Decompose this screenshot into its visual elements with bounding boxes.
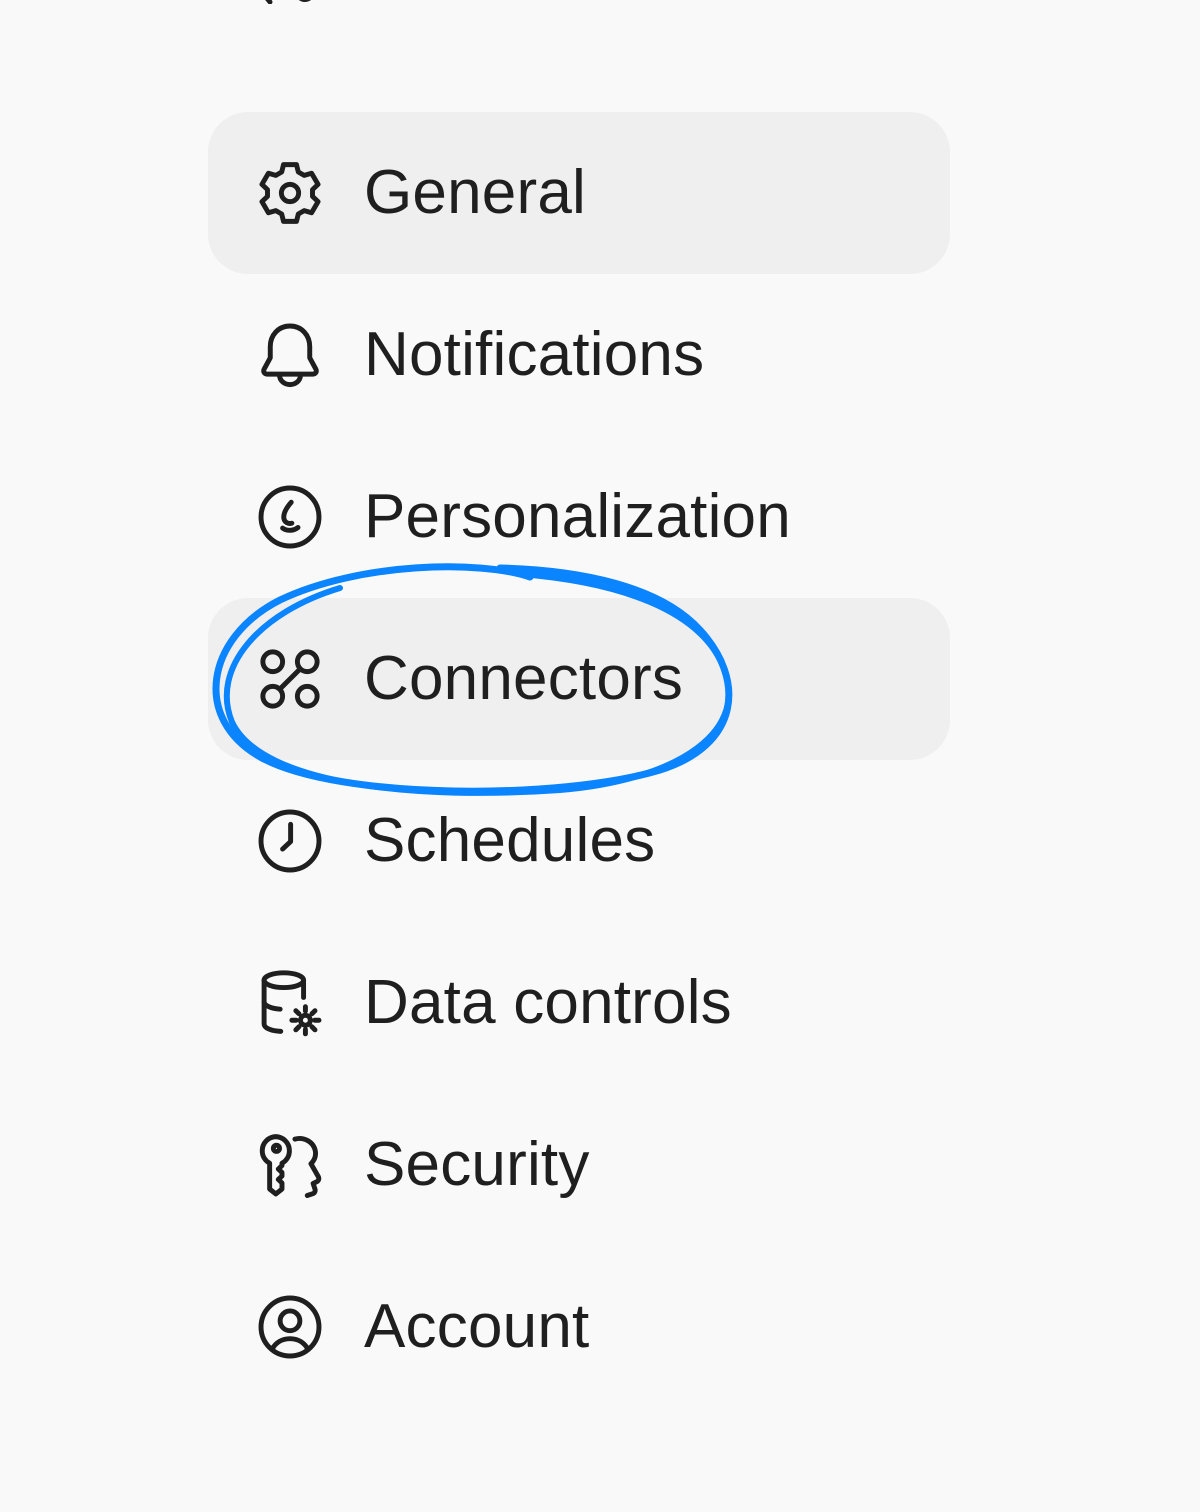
gear-icon bbox=[253, 156, 327, 230]
sidebar-item-label: Connectors bbox=[364, 644, 684, 713]
connectors-icon bbox=[253, 642, 327, 716]
settings-sidebar: General Notifications Personalization Co… bbox=[208, 112, 950, 1408]
sidebar-item-notifications[interactable]: Notifications bbox=[208, 274, 950, 436]
key-icon bbox=[253, 1128, 327, 1202]
sidebar-item-general[interactable]: General bbox=[208, 112, 950, 274]
sidebar-item-data-controls[interactable]: Data controls bbox=[208, 922, 950, 1084]
sidebar-item-label: Security bbox=[364, 1130, 590, 1199]
cropped-icon-fragment bbox=[265, 0, 312, 4]
personalization-icon bbox=[253, 480, 327, 554]
sidebar-item-schedules[interactable]: Schedules bbox=[208, 760, 950, 922]
user-circle-icon bbox=[253, 1290, 327, 1364]
database-gear-icon bbox=[253, 966, 327, 1040]
sidebar-item-label: Notifications bbox=[364, 320, 705, 389]
sidebar-item-label: Personalization bbox=[364, 482, 791, 551]
sidebar-item-security[interactable]: Security bbox=[208, 1084, 950, 1246]
sidebar-item-label: Data controls bbox=[364, 968, 732, 1037]
sidebar-item-label: Schedules bbox=[364, 806, 656, 875]
sidebar-item-account[interactable]: Account bbox=[208, 1246, 950, 1408]
sidebar-item-label: Account bbox=[364, 1292, 590, 1361]
bell-icon bbox=[253, 318, 327, 392]
sidebar-item-personalization[interactable]: Personalization bbox=[208, 436, 950, 598]
clock-icon bbox=[253, 804, 327, 878]
sidebar-item-connectors[interactable]: Connectors bbox=[208, 598, 950, 760]
sidebar-item-label: General bbox=[364, 158, 586, 227]
